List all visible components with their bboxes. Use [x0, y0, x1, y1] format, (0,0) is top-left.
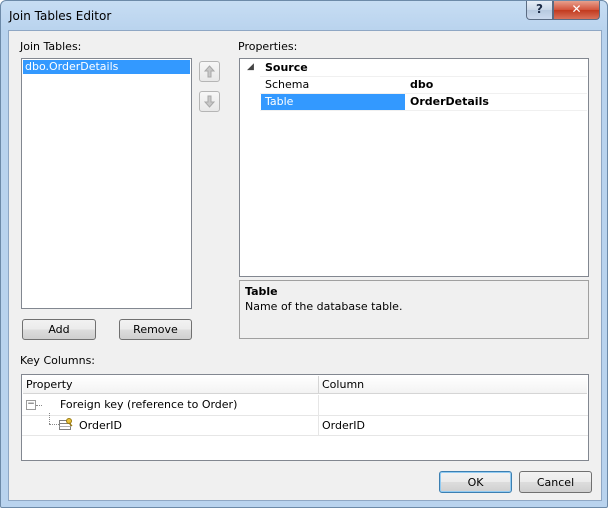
key-column-icon [59, 418, 73, 430]
key-property-cell[interactable]: OrderID [79, 419, 122, 432]
tree-line [36, 405, 42, 406]
ok-button[interactable]: OK [439, 471, 512, 493]
key-column-cell[interactable]: OrderID [322, 419, 365, 432]
join-tables-label: Join Tables: [20, 40, 82, 53]
help-button[interactable]: ? [526, 1, 553, 20]
collapse-triangle-icon[interactable]: ◢ [247, 59, 254, 76]
close-icon: ✕ [571, 2, 582, 16]
dialog-window: Join Tables Editor ? ✕ Join Tables: dbo.… [0, 0, 608, 508]
description-text: Name of the database table. [245, 300, 403, 313]
grid-header: Property Column [23, 376, 587, 394]
category-label: Source [265, 61, 308, 74]
property-row-table[interactable]: Table OrderDetails [240, 94, 587, 111]
table-row[interactable]: − Foreign key (reference to Order) [22, 395, 588, 416]
close-button[interactable]: ✕ [553, 1, 600, 20]
window-title: Join Tables Editor [9, 9, 112, 23]
column-divider [318, 416, 319, 435]
cancel-button[interactable]: Cancel [519, 471, 592, 493]
list-item[interactable]: dbo.OrderDetails [23, 60, 190, 74]
property-description-pane: Table Name of the database table. [239, 280, 589, 339]
property-value[interactable]: OrderDetails [410, 94, 489, 110]
collapse-icon[interactable]: − [26, 400, 36, 410]
arrow-up-icon [204, 65, 215, 78]
tree-line [49, 424, 59, 425]
property-value[interactable]: dbo [410, 76, 433, 93]
column-header-column[interactable]: Column [319, 376, 587, 393]
remove-button[interactable]: Remove [119, 319, 192, 340]
key-columns-grid[interactable]: Property Column − Foreign key (reference… [21, 374, 589, 461]
column-header-property[interactable]: Property [23, 376, 319, 393]
add-button[interactable]: Add [22, 319, 96, 340]
property-grid[interactable]: ◢ Source Schema dbo Table OrderDetails [239, 58, 589, 277]
property-category-source[interactable]: ◢ Source [240, 59, 587, 76]
table-row[interactable]: OrderID OrderID [22, 413, 588, 436]
property-name: Table [261, 94, 405, 110]
column-divider [318, 395, 319, 415]
join-tables-list[interactable]: dbo.OrderDetails [21, 58, 192, 309]
key-columns-label: Key Columns: [20, 354, 96, 367]
arrow-down-icon [204, 95, 215, 108]
property-row-schema[interactable]: Schema dbo [240, 76, 587, 93]
properties-label: Properties: [238, 40, 298, 53]
description-title: Table [245, 285, 278, 298]
title-bar[interactable]: Join Tables Editor ? ✕ [1, 1, 607, 31]
row-divider [260, 110, 587, 111]
move-up-button[interactable] [199, 61, 220, 82]
property-name: Schema [265, 78, 310, 91]
tree-line [49, 413, 51, 424]
dialog-client-area: Join Tables: dbo.OrderDetails Add Remove… [8, 30, 602, 501]
move-down-button[interactable] [199, 91, 220, 112]
group-label: Foreign key (reference to Order) [60, 398, 238, 411]
